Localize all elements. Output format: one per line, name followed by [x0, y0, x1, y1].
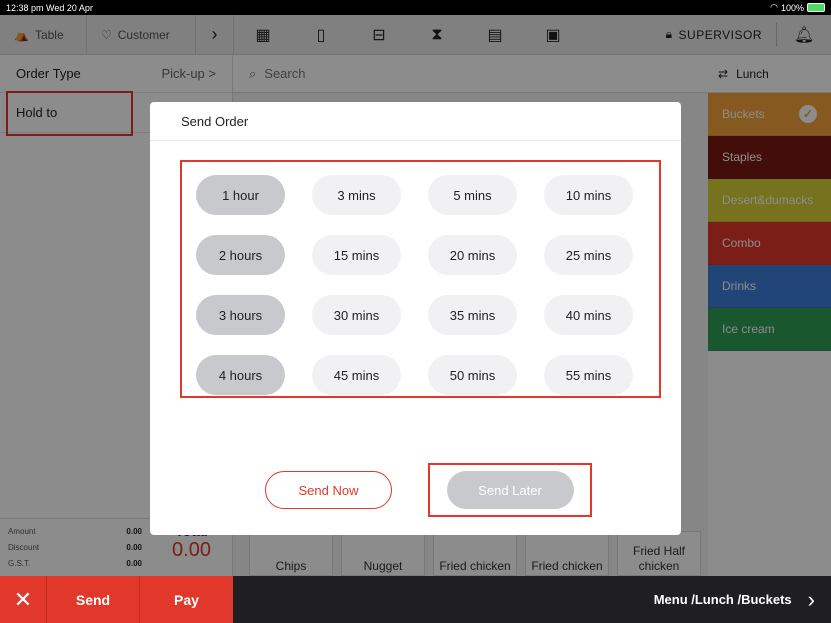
time-option-15-mins[interactable]: 15 mins: [312, 235, 401, 275]
highlight-box-send-later: Send Later: [428, 463, 592, 517]
time-option-5-mins[interactable]: 5 mins: [428, 175, 517, 215]
time-option-30-mins[interactable]: 30 mins: [312, 295, 401, 335]
status-time: 12:38 pm Wed 20 Apr: [6, 2, 93, 13]
send-button[interactable]: Send: [47, 576, 140, 623]
time-option-10-mins[interactable]: 10 mins: [544, 175, 633, 215]
time-option-25-mins[interactable]: 25 mins: [544, 235, 633, 275]
pay-button[interactable]: Pay: [140, 576, 233, 623]
time-option-4-hours[interactable]: 4 hours: [196, 355, 285, 395]
time-row: 1 hour 3 mins 5 mins 10 mins: [196, 175, 659, 215]
breadcrumb-text: Menu /Lunch /Buckets: [653, 592, 792, 607]
time-option-grid: 1 hour 3 mins 5 mins 10 mins 2 hours 15 …: [180, 160, 661, 398]
time-option-45-mins[interactable]: 45 mins: [312, 355, 401, 395]
time-option-1-hour[interactable]: 1 hour: [196, 175, 285, 215]
menu-breadcrumb[interactable]: Menu /Lunch /Buckets ›: [654, 576, 831, 623]
time-option-50-mins[interactable]: 50 mins: [428, 355, 517, 395]
bottom-action-bar: ✕ Send Pay Menu /Lunch /Buckets ›: [0, 576, 831, 623]
time-option-2-hours[interactable]: 2 hours: [196, 235, 285, 275]
time-option-3-mins[interactable]: 3 mins: [312, 175, 401, 215]
battery-label: 100%: [780, 2, 804, 13]
time-option-20-mins[interactable]: 20 mins: [428, 235, 517, 275]
dialog-actions: Send Now Send Later: [265, 463, 592, 517]
chevron-right-icon: ›: [807, 586, 815, 612]
dialog-title: Send Order: [150, 102, 681, 141]
battery-icon: [807, 3, 825, 12]
send-order-dialog: Send Order 1 hour 3 mins 5 mins 10 mins …: [150, 102, 681, 535]
time-row: 4 hours 45 mins 50 mins 55 mins: [196, 355, 659, 395]
battery-indicator: ◠ 100%: [770, 2, 825, 13]
time-option-35-mins[interactable]: 35 mins: [428, 295, 517, 335]
wifi-icon: ◠: [770, 2, 778, 12]
time-option-55-mins[interactable]: 55 mins: [544, 355, 633, 395]
time-row: 2 hours 15 mins 20 mins 25 mins: [196, 235, 659, 275]
time-row: 3 hours 30 mins 35 mins 40 mins: [196, 295, 659, 335]
time-option-3-hours[interactable]: 3 hours: [196, 295, 285, 335]
status-bar: 12:38 pm Wed 20 Apr ◠ 100%: [0, 0, 831, 15]
send-later-button[interactable]: Send Later: [446, 471, 574, 509]
send-now-button[interactable]: Send Now: [265, 471, 392, 509]
close-icon[interactable]: ✕: [0, 576, 47, 623]
time-option-40-mins[interactable]: 40 mins: [544, 295, 633, 335]
